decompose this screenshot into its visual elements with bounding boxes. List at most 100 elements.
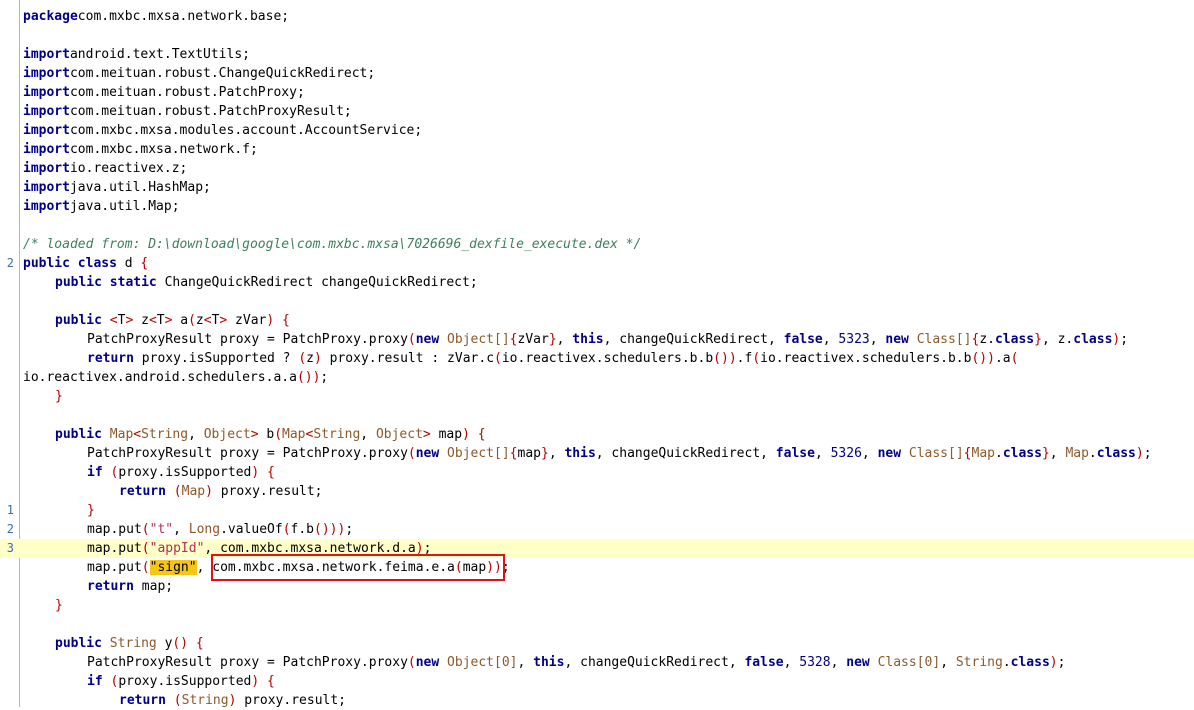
code-token: PatchProxyResult proxy = PatchProxy.prox…	[87, 655, 408, 670]
code-token: public	[55, 313, 102, 328]
code-token: ))	[329, 522, 346, 537]
code-text: importcom.meituan.robust.PatchProxyResul…	[23, 102, 352, 121]
code-token: , changeQuickRedirect,	[603, 332, 784, 347]
code-line[interactable]: 2 public class d {	[0, 254, 1194, 273]
code-token: (	[173, 693, 182, 708]
code-line[interactable]: public String y() {	[0, 634, 1194, 653]
code-token: class	[1010, 655, 1050, 670]
code-text: importcom.mxbc.mxsa.modules.account.Acco…	[23, 121, 422, 140]
code-token: ()	[296, 370, 313, 385]
code-line[interactable]: PatchProxyResult proxy = PatchProxy.prox…	[0, 330, 1194, 349]
code-token: if	[87, 465, 103, 480]
code-token: ,	[517, 655, 534, 670]
code-token: public static	[55, 275, 157, 290]
code-token: )	[728, 351, 737, 366]
code-line[interactable]: /* loaded from: D:\download\google\com.m…	[0, 235, 1194, 254]
code-token: import	[23, 104, 70, 119]
code-line[interactable]: packagecom.mxbc.mxsa.network.base;	[0, 7, 1194, 26]
code-token: this	[533, 655, 565, 670]
code-token: class	[1073, 332, 1113, 347]
code-line[interactable]: }	[0, 596, 1194, 615]
code-line[interactable]: return proxy.isSupported ? (z) proxy.res…	[0, 349, 1194, 368]
code-token: , z.	[1041, 332, 1074, 347]
code-token: Class[]	[908, 446, 964, 461]
code-token: (	[274, 427, 283, 442]
code-token: 5326	[830, 446, 862, 461]
line-marker: 1	[6, 503, 14, 517]
code-line[interactable]	[0, 292, 1194, 311]
code-line[interactable]: PatchProxyResult proxy = PatchProxy.prox…	[0, 653, 1194, 672]
code-text: return map;	[23, 577, 173, 596]
code-line[interactable]: map.put("sign", com.mxbc.mxsa.network.fe…	[0, 558, 1194, 577]
code-token: .a	[994, 351, 1011, 366]
code-token: ()	[713, 351, 729, 366]
code-line-current[interactable]: 3 map.put("appId", com.mxbc.mxsa.network.…	[0, 539, 1194, 558]
code-token: package	[23, 9, 78, 24]
code-line[interactable]: importcom.mxbc.mxsa.modules.account.Acco…	[0, 121, 1194, 140]
code-token: Map	[109, 427, 134, 442]
code-line[interactable]: public Map<String, Object> b(Map<String,…	[0, 425, 1194, 444]
code-text: if (proxy.isSupported) {	[23, 672, 275, 691]
code-line[interactable]: return (String) proxy.result;	[0, 691, 1194, 710]
code-line[interactable]: io.reactivex.android.schedulers.a.a());	[0, 368, 1194, 387]
code-token: Object[]	[447, 446, 510, 461]
code-line[interactable]: importjava.util.HashMap;	[0, 178, 1194, 197]
code-line[interactable]: importcom.meituan.robust.PatchProxyResul…	[0, 102, 1194, 121]
code-token: ;	[1143, 446, 1152, 461]
code-token: import	[23, 66, 70, 81]
code-token: ()	[971, 351, 988, 366]
code-token: ,	[869, 332, 886, 347]
code-token: import	[23, 123, 70, 138]
code-text: importcom.mxbc.mxsa.network.f;	[23, 140, 258, 159]
code-token: y	[156, 636, 173, 651]
code-token: import	[23, 142, 70, 157]
code-line[interactable]: importandroid.text.TextUtils;	[0, 45, 1194, 64]
code-token: com.mxbc.mxsa.network.base;	[77, 9, 290, 24]
code-line[interactable]	[0, 26, 1194, 45]
code-line[interactable]: importcom.mxbc.mxsa.network.f;	[0, 140, 1194, 159]
code-token: java.util.Map;	[69, 199, 180, 214]
code-token: }	[55, 389, 63, 404]
code-line[interactable]: public static ChangeQuickRedirect change…	[0, 273, 1194, 292]
code-token: String	[955, 655, 1003, 670]
code-token: ,	[822, 332, 839, 347]
code-token: new	[415, 332, 440, 347]
code-token: Map	[282, 427, 306, 442]
code-line[interactable]: PatchProxyResult proxy = PatchProxy.prox…	[0, 444, 1194, 463]
code-token: (	[173, 484, 182, 499]
code-token: ,	[556, 332, 573, 347]
code-token: proxy.isSupported	[118, 465, 252, 480]
code-token: , changeQuickRedirect,	[564, 655, 745, 670]
code-line[interactable]	[0, 406, 1194, 425]
code-text: packagecom.mxbc.mxsa.network.base;	[23, 7, 289, 26]
code-line[interactable]: public <T> z<T> a(z<T> zVar) {	[0, 311, 1194, 330]
code-line[interactable]: return (Map) proxy.result;	[0, 482, 1194, 501]
code-token: ()	[314, 522, 330, 537]
line-marker: 2	[6, 522, 14, 536]
code-line[interactable]: return map;	[0, 577, 1194, 596]
code-line[interactable]: 1}	[0, 501, 1194, 520]
code-token: return	[87, 579, 134, 594]
code-token: >	[422, 427, 431, 442]
code-line[interactable]: if (proxy.isSupported) {	[0, 672, 1194, 691]
code-line[interactable]: }	[0, 387, 1194, 406]
code-line[interactable]: importcom.meituan.robust.ChangeQuickRedi…	[0, 64, 1194, 83]
code-token: (	[407, 332, 416, 347]
code-token: return	[119, 484, 166, 499]
code-token: this	[564, 446, 596, 461]
code-line[interactable]: importcom.meituan.robust.PatchProxy;	[0, 83, 1194, 102]
code-line[interactable]: importjava.util.Map;	[0, 197, 1194, 216]
code-token: (	[141, 541, 150, 556]
code-line[interactable]	[0, 615, 1194, 634]
code-token: .valueOf	[220, 522, 283, 537]
code-token: {	[509, 332, 518, 347]
code-editor[interactable]: packagecom.mxbc.mxsa.network.base; import…	[0, 0, 1194, 710]
code-line[interactable]	[0, 216, 1194, 235]
code-text: PatchProxyResult proxy = PatchProxy.prox…	[23, 653, 1065, 672]
code-line[interactable]: 2 map.put("t", Long.valueOf(f.b()));	[0, 520, 1194, 539]
code-line[interactable]: if (proxy.isSupported) {	[0, 463, 1194, 482]
code-line[interactable]: importio.reactivex.z;	[0, 159, 1194, 178]
